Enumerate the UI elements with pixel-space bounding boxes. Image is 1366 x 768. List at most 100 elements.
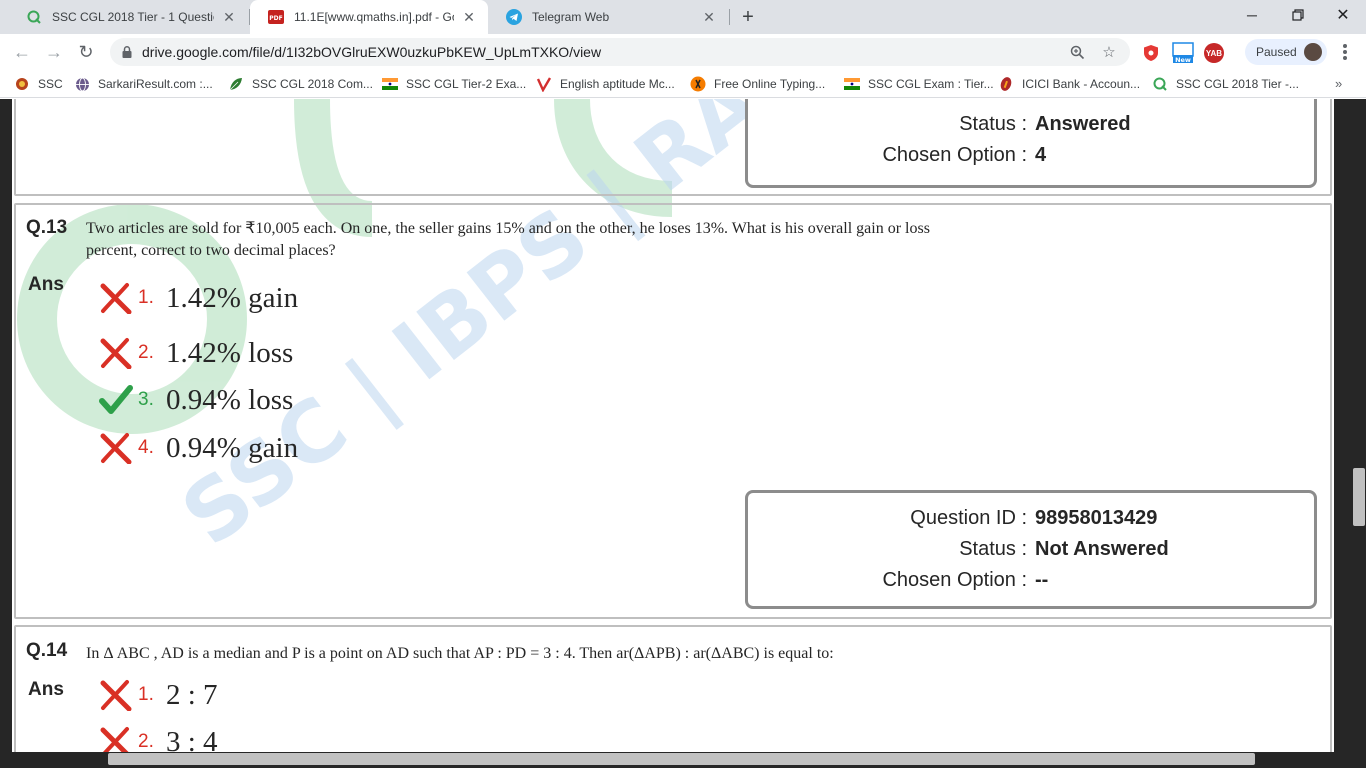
bookmark-item[interactable]: SSC CGL 2018 Tier -... — [1152, 75, 1299, 93]
profile-status-label: Paused — [1256, 45, 1297, 59]
tab-ssc-cgl-question-paper[interactable]: SSC CGL 2018 Tier - 1 Question P ✕ — [8, 0, 248, 34]
chosen-option-value: -- — [1035, 569, 1049, 591]
tab-pdf-viewer[interactable]: PDF 11.1E[www.qmaths.in].pdf - Goog ✕ — [250, 0, 488, 34]
pdf-viewer: SSC | IBPS | RAILWAYS Status : Answered … — [0, 99, 1366, 768]
question-number: Q.13 — [26, 217, 68, 238]
tab-title: SSC CGL 2018 Tier - 1 Question P — [52, 10, 214, 24]
tab-title: Telegram Web — [532, 10, 610, 24]
status-value: Answered — [1035, 113, 1131, 135]
correct-check-icon — [98, 383, 134, 417]
option-number: 4. — [138, 437, 154, 458]
new-tab-button[interactable]: + — [736, 5, 760, 29]
option-number: 1. — [138, 287, 154, 308]
bookmark-item[interactable]: SSC CGL Tier-2 Exa... — [382, 75, 526, 93]
question-id-value: 98958013429 — [1035, 507, 1158, 529]
bookmark-item[interactable]: English aptitude Mc... — [536, 75, 675, 93]
status-value: Not Answered — [1035, 538, 1169, 560]
bookmark-star-icon[interactable]: ☆ — [1100, 43, 1118, 61]
bookmark-label: SSC CGL Exam : Tier... — [868, 77, 994, 91]
yab-extension-icon[interactable]: YAB — [1204, 43, 1224, 63]
question-text: In Δ ABC , AD is a median and P is a poi… — [86, 645, 834, 662]
leaf-icon — [228, 76, 244, 92]
option-text: 0.94% gain — [166, 431, 299, 464]
option-1: 1. 1.42% gain — [98, 278, 298, 318]
question-block-13: Q.13 Two articles are sold for ₹10,005 e… — [14, 203, 1332, 619]
horizontal-scrollbar-thumb[interactable] — [108, 753, 1255, 765]
option-text: 1.42% gain — [166, 281, 299, 314]
red-v-icon — [536, 76, 552, 92]
browser-window: SSC CGL 2018 Tier - 1 Question P ✕ PDF 1… — [0, 0, 1366, 768]
toolbar: ← → ↻ drive.google.com/file/d/1I32bOVGlr… — [0, 34, 1366, 70]
url-text: drive.google.com/file/d/1I32bOVGlruEXW0u… — [142, 44, 602, 60]
question-number: Q.14 — [26, 640, 68, 661]
close-window-icon[interactable]: ✕ — [1320, 0, 1366, 30]
status-key: Status : — [959, 113, 1027, 135]
emblem-icon — [14, 76, 30, 92]
bookmark-item[interactable]: ICICI Bank - Accoun... — [998, 75, 1140, 93]
back-arrow-icon[interactable]: ← — [8, 38, 36, 66]
option-4: 4. 0.94% gain — [98, 428, 298, 468]
question-block-previous: Status : Answered Chosen Option : 4 — [14, 99, 1332, 196]
bookmarks-overflow-icon[interactable]: » — [1335, 76, 1342, 91]
bookmarks-bar: SSC SarkariResult.com :... SSC CGL 2018 … — [0, 70, 1366, 98]
qmaths-q-icon — [1152, 76, 1168, 92]
bookmark-label: SSC CGL 2018 Com... — [252, 77, 373, 91]
bookmark-item[interactable]: SarkariResult.com :... — [74, 75, 213, 93]
icici-icon — [998, 76, 1014, 92]
option-1: 1. 2 : 7 — [98, 675, 218, 715]
forward-arrow-icon[interactable]: → — [40, 38, 68, 66]
chosen-option-row: Chosen Option : -- — [748, 569, 1314, 597]
wrong-cross-icon — [98, 281, 134, 315]
vertical-scrollbar[interactable] — [1352, 99, 1366, 752]
pdf-icon-label: PDF — [269, 15, 282, 22]
avatar-icon — [1304, 43, 1322, 61]
bookmark-item[interactable]: SSC CGL 2018 Com... — [228, 75, 373, 93]
bookmark-label: ICICI Bank - Accoun... — [1022, 77, 1141, 91]
option-number: 1. — [138, 684, 154, 705]
profile-paused-button[interactable]: Paused — [1245, 39, 1327, 65]
tab-title: 11.1E[www.qmaths.in].pdf - Goog — [294, 10, 454, 24]
option-text: 1.42% loss — [166, 336, 294, 369]
bookmark-item[interactable]: Free Online Typing... — [690, 75, 825, 93]
wrong-cross-icon — [98, 678, 134, 712]
browser-menu-icon[interactable] — [1336, 42, 1354, 62]
status-row: Status : Not Answered — [748, 538, 1314, 566]
new-extension-icon[interactable]: New — [1172, 42, 1194, 64]
address-bar[interactable]: drive.google.com/file/d/1I32bOVGlruEXW0u… — [110, 38, 1130, 66]
option-2: 2. 1.42% loss — [98, 333, 293, 373]
close-tab-icon[interactable]: ✕ — [220, 8, 238, 26]
india-flag-icon — [382, 76, 398, 92]
option-number: 2. — [138, 342, 154, 363]
pdf-icon: PDF — [268, 9, 284, 25]
question-info-box: Question ID : 98958013429 Status : Not A… — [745, 490, 1317, 609]
status-row: Status : Answered — [748, 113, 1314, 141]
close-tab-icon[interactable]: ✕ — [700, 8, 718, 26]
wrong-cross-icon — [98, 431, 134, 465]
question-block-14: Q.14 In Δ ABC , AD is a median and P is … — [14, 625, 1332, 768]
reload-icon[interactable]: ↻ — [72, 38, 100, 66]
option-text: 0.94% loss — [166, 383, 294, 416]
tab-telegram-web[interactable]: Telegram Web ✕ — [488, 0, 728, 34]
bookmark-label: SarkariResult.com :... — [98, 77, 213, 91]
vertical-scrollbar-thumb[interactable] — [1353, 468, 1365, 526]
question-text: Two articles are sold for ₹10,005 each. … — [86, 220, 930, 259]
bookmark-item[interactable]: SSC CGL Exam : Tier... — [844, 75, 994, 93]
restore-icon[interactable] — [1275, 0, 1321, 30]
status-key: Status : — [959, 538, 1027, 560]
minimize-icon[interactable]: ─ — [1229, 0, 1275, 30]
bookmark-item[interactable]: SSC — [14, 75, 63, 93]
question-id-row: Question ID : 98958013429 — [748, 507, 1314, 535]
chosen-option-key: Chosen Option : — [882, 144, 1027, 166]
chosen-option-row: Chosen Option : 4 — [748, 144, 1314, 172]
shield-extension-icon[interactable] — [1141, 43, 1161, 63]
answer-label: Ans — [28, 274, 64, 295]
telegram-icon — [506, 9, 522, 25]
option-3: 3. 0.94% loss — [98, 380, 293, 420]
tab-strip: SSC CGL 2018 Tier - 1 Question P ✕ PDF 1… — [0, 0, 1366, 34]
tab-divider — [729, 9, 730, 25]
close-tab-icon[interactable]: ✕ — [460, 8, 478, 26]
answer-label: Ans — [28, 679, 64, 700]
option-text: 2 : 7 — [166, 678, 218, 711]
zoom-icon[interactable] — [1068, 43, 1086, 61]
bookmark-label: SSC CGL 2018 Tier -... — [1176, 77, 1299, 91]
